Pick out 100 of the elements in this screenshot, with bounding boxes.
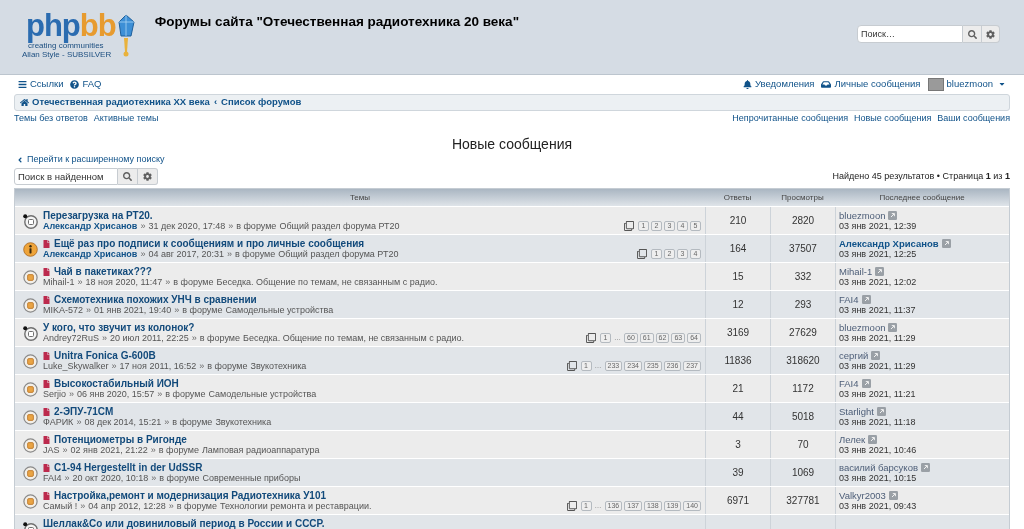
document-icon[interactable] — [43, 379, 50, 388]
last-poster-link[interactable]: Mihail-1 — [839, 265, 873, 277]
topic-title-link[interactable]: C1-94 Hergestellt in der UdSSR — [54, 462, 203, 473]
author-link[interactable]: Luke_Skywalker — [43, 361, 109, 372]
forum-link[interactable]: Ламповая радиоаппаратура — [201, 445, 320, 456]
last-poster-link[interactable]: Valkyr2003 — [839, 489, 886, 501]
topic-title-link[interactable]: Unitra Fonica G-600B — [54, 350, 156, 361]
search-settings-button[interactable] — [138, 168, 158, 185]
author-link[interactable]: Andrey72RuS — [43, 333, 100, 344]
topic-title-link[interactable]: Шеллак&Co или довиниловый период в России и СССР. — [43, 518, 325, 529]
topic-title-link[interactable]: Настройка,ремонт и модернизация Радиотехника У101 — [54, 490, 327, 501]
reply-count: 3169 — [726, 326, 750, 340]
post-date: 18 ноя 2020, 11:47 — [85, 277, 163, 288]
quick-link[interactable]: Ваши сообщения — [937, 112, 1010, 126]
document-icon[interactable] — [43, 295, 50, 304]
column-header: Темы — [349, 191, 371, 204]
nav-link[interactable]: Личные сообщения — [821, 76, 921, 92]
forum-link[interactable]: Технологии ремонта и реставрации. — [220, 501, 372, 512]
document-icon[interactable] — [43, 239, 50, 248]
separator: » — [102, 333, 108, 344]
author-link[interactable]: ФАРИК — [43, 417, 74, 428]
settings-icon — [143, 172, 152, 181]
forum-link[interactable]: Общий раздел форума РТ20 — [279, 221, 400, 232]
last-poster-link[interactable]: Александр Хрисанов — [839, 237, 939, 249]
search-button[interactable] — [963, 25, 982, 43]
topic-title-link[interactable]: Высокостабильный ИОН — [54, 378, 179, 389]
reply-count: 44 — [732, 410, 744, 424]
forum-link[interactable]: Общий раздел форума РТ20 — [278, 249, 399, 260]
last-post-date: 03 янв 2021, 12:25 — [839, 248, 917, 260]
forum-link[interactable]: Звукотехника — [250, 361, 307, 372]
nav-link[interactable]: FAQ — [70, 76, 102, 92]
nav-link[interactable]: Уведомления — [743, 76, 815, 92]
document-icon[interactable] — [43, 435, 50, 444]
home-icon — [20, 98, 29, 107]
view-count: 1069 — [791, 466, 815, 480]
author-link[interactable]: MIKA-572 — [43, 305, 84, 316]
separator: » — [140, 221, 146, 232]
topic-title-link[interactable]: У кого, что звучит из колонок? — [43, 322, 195, 333]
last-poster-link[interactable]: василий барсуков — [839, 461, 918, 473]
author-link[interactable]: Александр Хрисанов — [43, 221, 138, 232]
last-poster-link[interactable]: сергий — [839, 349, 869, 361]
topic-title-link[interactable]: Перезагрузка на РТ20. — [43, 210, 153, 221]
author-link[interactable]: JAS — [43, 445, 60, 456]
topic-title-link[interactable]: Ещё раз про подписи к сообщениям и про личные сообщения — [54, 238, 365, 249]
forum-link[interactable]: Самодельные устройства — [225, 305, 334, 316]
forum-label: в форуме — [159, 473, 200, 484]
topic-title-link[interactable]: Потенциометры в Ригонде — [54, 434, 187, 445]
search-button[interactable] — [118, 168, 138, 185]
post-date: 06 янв 2020, 15:57 — [77, 389, 155, 400]
document-icon[interactable] — [43, 407, 50, 416]
document-icon[interactable] — [43, 491, 50, 500]
separator: » — [69, 389, 75, 400]
pages-icon — [566, 361, 577, 371]
separator: » — [157, 389, 163, 400]
forum-label: в форуме — [165, 389, 206, 400]
last-poster-link[interactable]: Лелек — [839, 433, 866, 445]
author-link[interactable]: Serjio — [43, 389, 66, 400]
last-poster-link[interactable]: FAI4 — [839, 293, 859, 305]
search-settings-button[interactable] — [982, 25, 1000, 43]
document-icon[interactable] — [43, 463, 50, 472]
forum-label: в форуме — [172, 417, 213, 428]
inbox-icon — [821, 79, 832, 89]
forum-link[interactable]: Беседка. Общение по темам, не связанным с радио. — [216, 277, 438, 288]
last-poster-link[interactable]: FAI4 — [839, 377, 859, 389]
nav-link[interactable]: Ссылки — [18, 76, 64, 92]
author-link[interactable]: Самый ! — [43, 501, 78, 512]
separator: » — [77, 277, 83, 288]
quick-link[interactable]: Темы без ответов — [14, 112, 88, 126]
document-icon[interactable] — [43, 267, 50, 276]
topic-title-link[interactable]: 2-ЭПУ-71СМ — [54, 406, 114, 417]
forum-link[interactable]: Звукотехника — [215, 417, 272, 428]
author-link[interactable]: Mihail-1 — [43, 277, 75, 288]
breadcrumb-link[interactable]: Отечественная радиотехника XX века — [20, 95, 210, 110]
separator: » — [165, 277, 171, 288]
topic-title-link[interactable]: Чай в пакетиках??? — [54, 266, 152, 277]
forum-link[interactable]: Беседка. Общение по темам, не связанным с радио. — [243, 333, 464, 344]
forum-link[interactable]: Современные приборы — [202, 473, 301, 484]
separator: » — [111, 361, 117, 372]
search-icon — [967, 29, 977, 39]
post-date: 01 янв 2021, 19:40 — [94, 305, 172, 316]
topic-title-link[interactable]: Схемотехника похожих УНЧ в сравнении — [54, 294, 257, 305]
post-date: 04 апр 2012, 12:28 — [88, 501, 166, 512]
last-poster-link[interactable]: bluezmoon — [839, 321, 886, 333]
help-icon — [70, 79, 80, 89]
author-link[interactable]: Александр Хрисанов — [43, 249, 138, 260]
reply-count: 11836 — [724, 354, 752, 368]
last-poster-link[interactable]: Starlight — [839, 405, 874, 417]
last-poster-link[interactable]: bluezmoon — [839, 209, 886, 221]
search-results-field[interactable]: Поиск в найденном — [14, 168, 118, 185]
breadcrumb-link[interactable]: Список форумов — [221, 95, 302, 110]
quick-link[interactable]: Активные темы — [93, 112, 159, 126]
advanced-search-link[interactable]: Перейти к расширенному поиску — [16, 152, 165, 167]
author-link[interactable]: FAI4 — [43, 473, 62, 484]
forum-link[interactable]: Самодельные устройства — [208, 389, 317, 400]
menu-icon — [18, 79, 27, 89]
quick-link[interactable]: Непрочитанные сообщения — [732, 112, 849, 126]
quick-link[interactable]: Новые сообщения — [854, 112, 932, 126]
user-menu[interactable]: bluezmoon — [927, 76, 1006, 92]
document-icon[interactable] — [43, 351, 50, 360]
search-field[interactable]: Поиск… — [857, 25, 963, 43]
